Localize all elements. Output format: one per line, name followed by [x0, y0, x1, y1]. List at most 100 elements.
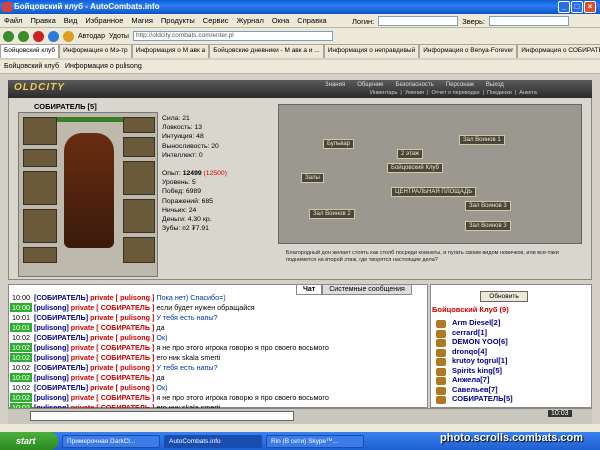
map-hall-4[interactable]: Зал Воинов 3 — [465, 221, 511, 231]
tab-fight-club[interactable]: Бойцовский клуб — [0, 44, 60, 58]
message-private[interactable]: private [ pulisong ] — [88, 363, 156, 372]
menu-help[interactable]: Справка — [297, 16, 326, 25]
nav-security[interactable]: Безопасность — [396, 82, 434, 88]
user-item[interactable]: cerrard[1] — [452, 328, 487, 337]
tab-info-1[interactable]: Информация о Мэ-тр — [59, 44, 132, 58]
map-fight-club[interactable]: Бойцовский Клуб — [387, 163, 443, 173]
tab-info-4[interactable]: Информация о Benya-Forever — [419, 44, 518, 58]
message-private[interactable]: private [ СОБИРАТЕЛЬ ] — [69, 353, 157, 362]
refresh-icon[interactable] — [48, 30, 59, 42]
chat-input[interactable] — [30, 411, 294, 421]
close-button[interactable]: × — [584, 1, 596, 13]
start-button[interactable]: start — [0, 432, 58, 450]
items-slot[interactable] — [123, 199, 155, 233]
menu-view[interactable]: Вид — [64, 16, 78, 25]
nav-character[interactable]: Персонаж — [446, 82, 474, 88]
message-private[interactable]: private [ СОБИРАТЕЛЬ ] — [69, 373, 157, 382]
message-sender[interactable]: [СОБИРАТЕЛЬ] — [34, 313, 88, 322]
weapon-slot[interactable] — [23, 171, 57, 205]
user-item[interactable]: Анжела[7] — [452, 375, 489, 384]
boots-slot[interactable] — [123, 237, 155, 263]
subnav-skills[interactable]: Умения — [405, 90, 424, 96]
beast-input[interactable] — [489, 16, 570, 26]
menu-products[interactable]: Продукты — [161, 16, 195, 25]
message-private[interactable]: private [ pulisong ] — [88, 333, 156, 342]
menu-edit[interactable]: Правка — [30, 16, 55, 25]
message-sender[interactable]: [pulisong] — [34, 343, 69, 352]
bracers-slot[interactable] — [23, 149, 57, 167]
tab-info-3[interactable]: Информация о неправдивый — [323, 44, 420, 58]
shield-slot[interactable] — [123, 161, 155, 195]
message-sender[interactable]: [pulisong] — [34, 373, 69, 382]
tab-info-2[interactable]: Информация о М авк а — [131, 44, 210, 58]
user-item[interactable]: dronqo[4] — [452, 347, 487, 356]
menu-windows[interactable]: Окна — [272, 16, 289, 25]
address-bar[interactable]: http://oldcity.combats.com/enter.pl — [132, 31, 333, 41]
map-hall-2[interactable]: Зал Воинов 2 — [309, 209, 355, 219]
home-icon[interactable] — [63, 30, 74, 42]
tab-system[interactable]: Системные сообщения — [322, 284, 412, 295]
belt-slot[interactable] — [23, 247, 57, 263]
forward-icon[interactable] — [18, 30, 29, 42]
message-private[interactable]: private [ pulisong ] — [88, 383, 156, 392]
character-name[interactable]: СОБИРАТЕЛЬ [5] — [34, 102, 97, 111]
autodar-button[interactable]: Автодар — [78, 33, 105, 40]
tab-chat[interactable]: Чат — [296, 284, 323, 295]
message-sender[interactable]: [СОБИРАТЕЛЬ] — [34, 333, 88, 342]
message-sender[interactable]: [СОБИРАТЕЛЬ] — [34, 383, 88, 392]
gloves-slot[interactable] — [123, 137, 155, 157]
nav-knowledge[interactable]: Знания — [325, 82, 345, 88]
message-private[interactable]: private [ СОБИРАТЕЛЬ ] — [69, 393, 157, 402]
message-private[interactable]: private [ СОБИРАТЕЛЬ ] — [69, 323, 157, 332]
subnav-profile[interactable]: Анкета — [519, 90, 537, 96]
tab-info-5[interactable]: Информация о СОБИРАТЕЛЬ — [517, 44, 600, 58]
menu-service[interactable]: Сервис — [203, 16, 229, 25]
message-sender[interactable]: [pulisong] — [34, 393, 69, 402]
user-item[interactable]: DEMON YOO[6] — [452, 337, 508, 346]
menu-file[interactable]: Файл — [4, 16, 22, 25]
subnav-inventory[interactable]: Инвентарь — [370, 90, 397, 96]
login-input[interactable] — [378, 16, 459, 26]
user-item[interactable]: Arm Diesel[2] — [452, 318, 500, 327]
map-floor-2[interactable]: 2 этаж — [397, 149, 423, 159]
map-central-square[interactable]: ЦЕНТРАЛЬНАЯ ПЛОЩАДЬ — [391, 187, 477, 197]
map-hall-3[interactable]: Зал Воинов 3 — [465, 201, 511, 211]
menu-journal[interactable]: Журнал — [236, 16, 263, 25]
user-item[interactable]: Савельев[7] — [452, 385, 498, 394]
map-hall-1[interactable]: Зал Воинов 1 — [459, 135, 505, 145]
message-private[interactable]: private [ pulisong ] — [88, 293, 156, 302]
task-darkcl[interactable]: Примерочная DarkCl... — [62, 434, 160, 448]
tab-diaries[interactable]: Бойцовские дневники - М авк а и ... — [209, 44, 324, 58]
nav-communication[interactable]: Общение — [357, 82, 383, 88]
subnav-fights[interactable]: Поединки — [487, 90, 512, 96]
udoty-button[interactable]: Удоты — [109, 33, 129, 40]
helmet-slot[interactable] — [23, 117, 57, 145]
user-item[interactable]: СОБИРАТЕЛЬ[5] — [452, 394, 513, 403]
maximize-button[interactable]: □ — [571, 1, 583, 13]
subtab-info-pulisong[interactable]: Информация о pulisong — [65, 63, 142, 70]
message-sender[interactable]: [СОБИРАТЕЛЬ] — [34, 363, 88, 372]
message-private[interactable]: private [ pulisong ] — [88, 313, 156, 322]
map-boulevard[interactable]: Бульвар — [323, 139, 355, 149]
subtab-fight-club[interactable]: Бойцовский клуб — [4, 63, 59, 70]
message-sender[interactable]: [pulisong] — [34, 303, 69, 312]
message-sender[interactable]: [pulisong] — [34, 353, 69, 362]
nav-exit[interactable]: Выход — [486, 82, 504, 88]
armor-slot[interactable] — [23, 209, 57, 243]
back-icon[interactable] — [3, 30, 14, 42]
message-private[interactable]: private [ СОБИРАТЕЛЬ ] — [69, 303, 157, 312]
minimize-button[interactable]: _ — [558, 1, 570, 13]
user-item[interactable]: krutoy togrul[1] — [452, 356, 507, 365]
menu-favorites[interactable]: Избранное — [85, 16, 123, 25]
ring-slots[interactable] — [123, 117, 155, 133]
message-sender[interactable]: [СОБИРАТЕЛЬ] — [34, 293, 88, 302]
stop-icon[interactable] — [33, 30, 44, 42]
subnav-transfers[interactable]: Отчет о переводах — [431, 90, 479, 96]
message-private[interactable]: private [ СОБИРАТЕЛЬ ] — [69, 343, 157, 352]
task-skype[interactable]: Rin (В сети) Skype™... — [266, 434, 364, 448]
user-item[interactable]: Spirits king[5] — [452, 366, 502, 375]
menu-magic[interactable]: Магия — [131, 16, 153, 25]
message-sender[interactable]: [pulisong] — [34, 323, 69, 332]
map-halls[interactable]: Залы — [301, 173, 324, 183]
task-autocombats[interactable]: AutoCombats.info — [164, 434, 262, 448]
